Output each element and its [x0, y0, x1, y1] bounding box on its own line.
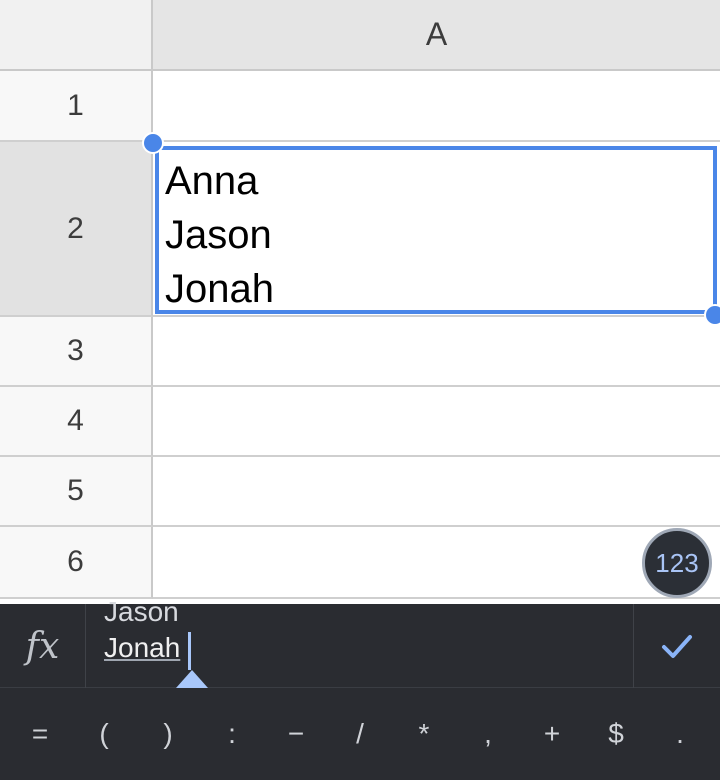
numeric-keyboard-button[interactable]: 123	[642, 528, 712, 598]
symbol-key-asterisk[interactable]: *	[394, 699, 454, 769]
check-icon	[662, 635, 692, 658]
row-header-label: 4	[67, 404, 84, 437]
cell-line: Jonah	[165, 267, 274, 311]
cell-a5[interactable]	[153, 457, 720, 527]
selection-handle-top-left[interactable]	[142, 132, 164, 154]
row-header-3[interactable]: 3	[0, 317, 153, 387]
symbol-key-comma[interactable]: ,	[458, 699, 518, 769]
cell-a3[interactable]	[153, 317, 720, 387]
cell-a1[interactable]	[153, 71, 720, 142]
symbol-key-minus[interactable]: −	[266, 699, 326, 769]
row-header-label: 5	[67, 474, 84, 507]
symbol-key-plus[interactable]: +	[522, 699, 582, 769]
row-header-6[interactable]: 6	[0, 527, 153, 599]
row-header-label: 2	[67, 211, 84, 245]
cell-line: Anna	[165, 159, 259, 203]
cell-a6[interactable]	[153, 527, 720, 599]
symbol-key-period[interactable]: .	[650, 699, 710, 769]
symbol-key-close-paren[interactable]: )	[138, 699, 198, 769]
confirm-button[interactable]	[633, 604, 720, 688]
symbol-key-equals[interactable]: =	[10, 699, 70, 769]
selection-handle-bottom-right[interactable]	[704, 304, 720, 326]
formula-previous-line: Jason	[104, 596, 179, 626]
symbol-keyboard-row: = ( ) : − / * , + $ .	[0, 688, 720, 780]
row-header-2[interactable]: 2	[0, 142, 153, 317]
row-header-5[interactable]: 5	[0, 457, 153, 527]
row-header-1[interactable]: 1	[0, 71, 153, 142]
numeric-keyboard-label: 123	[655, 547, 699, 578]
symbol-key-dollar[interactable]: $	[586, 699, 646, 769]
select-all-corner[interactable]	[0, 0, 153, 71]
column-header-a[interactable]: A	[153, 0, 720, 71]
fx-icon[interactable]: fx	[0, 604, 86, 688]
cell-a2-content: Anna Jason Jonah	[165, 154, 274, 316]
text-cursor	[188, 632, 191, 670]
symbol-key-open-paren[interactable]: (	[74, 699, 134, 769]
row-header-4[interactable]: 4	[0, 387, 153, 457]
formula-input[interactable]: Jonah	[104, 632, 180, 664]
column-header-label: A	[425, 16, 448, 52]
row-header-label: 1	[67, 88, 84, 122]
symbol-key-colon[interactable]: :	[202, 699, 262, 769]
fx-label: fx	[25, 625, 60, 667]
row-header-label: 6	[67, 545, 84, 578]
row-header-label: 3	[67, 334, 84, 367]
cell-a4[interactable]	[153, 387, 720, 457]
cell-line: Jason	[165, 213, 272, 257]
symbol-key-slash[interactable]: /	[330, 699, 390, 769]
